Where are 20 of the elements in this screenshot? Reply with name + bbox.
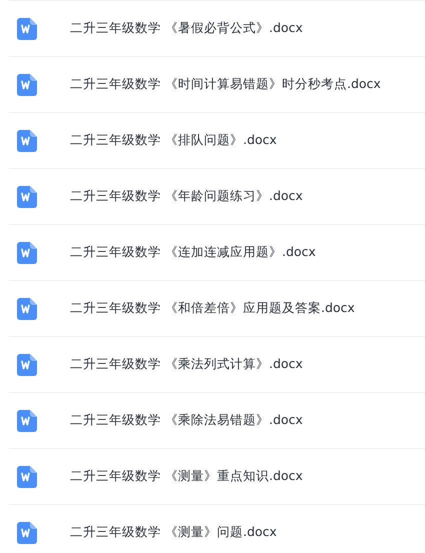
file-name[interactable]: 二升三年级数学 《排队问题》.docx: [70, 132, 277, 149]
word-document-icon: [17, 354, 37, 376]
file-name[interactable]: 二升三年级数学 《测量》重点知识.docx: [70, 468, 303, 485]
word-document-icon: [17, 298, 37, 320]
word-document-icon: [17, 130, 37, 152]
file-name[interactable]: 二升三年级数学 《测量》问题.docx: [70, 524, 277, 541]
word-document-icon: [17, 466, 37, 488]
file-name[interactable]: 二升三年级数学 《年龄问题练习》.docx: [70, 188, 303, 205]
file-name[interactable]: 二升三年级数学 《时间计算易错题》时分秒考点.docx: [70, 76, 381, 93]
word-document-icon: [17, 410, 37, 432]
file-name[interactable]: 二升三年级数学 《乘除法易错题》.docx: [70, 412, 303, 429]
word-document-icon: [17, 74, 37, 96]
word-document-icon: [17, 522, 37, 544]
file-name[interactable]: 二升三年级数学 《和倍差倍》应用题及答案.docx: [70, 300, 355, 317]
word-document-icon: [17, 186, 37, 208]
word-document-icon: [17, 18, 37, 40]
file-name[interactable]: 二升三年级数学 《暑假必背公式》.docx: [70, 20, 303, 37]
file-name[interactable]: 二升三年级数学 《乘法列式计算》.docx: [70, 356, 303, 373]
file-name[interactable]: 二升三年级数学 《连加连减应用题》.docx: [70, 244, 316, 261]
word-document-icon: [17, 242, 37, 264]
